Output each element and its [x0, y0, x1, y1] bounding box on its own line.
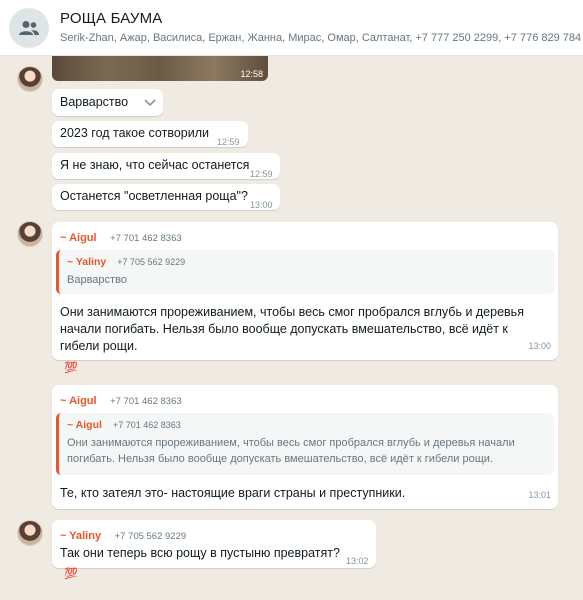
group-avatar[interactable] — [9, 7, 49, 48]
chevron-down-icon[interactable] — [144, 99, 156, 107]
sender-phone: +7 701 462 8363 — [110, 396, 182, 407]
sender-avatar[interactable] — [17, 221, 43, 247]
chat-members: Serik-Zhan, Ажар, Василиса, Ержан, Жанна… — [60, 32, 582, 44]
sender-name[interactable]: ~ Aigul — [60, 395, 97, 407]
message-time: 12:58 — [240, 69, 263, 79]
message-time: 13:01 — [528, 490, 551, 500]
message-bubble[interactable]: ~ Aigul +7 701 462 8363 ~ Yaliny +7 705 … — [52, 222, 558, 360]
quoted-phone: +7 705 562 9229 — [117, 257, 186, 267]
sender-avatar[interactable] — [17, 66, 43, 92]
message-text: Я не знаю, что сейчас останется — [60, 158, 250, 172]
message-text: Они занимаются прореживанием, чтобы весь… — [60, 305, 524, 353]
quoted-phone: +7 701 462 8363 — [112, 420, 181, 430]
reaction-badge[interactable]: 💯 — [64, 567, 78, 580]
sender-phone: +7 705 562 9229 — [114, 531, 187, 542]
sender-avatar[interactable] — [17, 520, 43, 546]
message-bubble[interactable]: Останется "осветленная роща"? 13:00 — [52, 184, 280, 210]
message-bubble[interactable]: ~ Aigul +7 701 462 8363 ~ Aigul +7 701 4… — [52, 385, 558, 509]
message-bubble[interactable]: Я не знаю, что сейчас останется 12:59 — [52, 153, 280, 179]
message-time: 13:00 — [528, 341, 551, 351]
quoted-message[interactable]: ~ Aigul +7 701 462 8363 Они занимаются п… — [56, 413, 554, 475]
quoted-message[interactable]: ~ Yaliny +7 705 562 9229 Варварство — [56, 250, 554, 294]
message-bubble[interactable]: 2023 год такое сотворили 12:59 — [52, 121, 248, 147]
chat-header[interactable]: РОЩА БАУМА Serik-Zhan, Ажар, Василиса, Е… — [0, 0, 583, 56]
quoted-sender: ~ Yaliny — [67, 256, 107, 268]
reaction-badge[interactable]: 💯 — [64, 361, 78, 374]
sender-phone: +7 701 462 8363 — [110, 233, 182, 244]
message-time: 12:59 — [217, 137, 240, 147]
message-time: 12:59 — [250, 169, 273, 179]
message-list[interactable]: 12:58 Варварство 2023 год такое сотворил… — [0, 56, 583, 600]
message-text: 2023 год такое сотворили — [60, 126, 209, 140]
message-time: 13:00 — [250, 200, 273, 210]
message-time: 13:02 — [346, 556, 369, 566]
message-text: Останется "осветленная роща"? — [60, 189, 248, 203]
quoted-sender: ~ Aigul — [67, 419, 102, 431]
quoted-text: Варварство — [67, 274, 127, 286]
message-text: Варварство — [60, 95, 129, 109]
image-message[interactable]: 12:58 — [52, 56, 268, 81]
message-bubble[interactable]: Варварство — [52, 89, 163, 116]
message-bubble[interactable]: ~ Yaliny +7 705 562 9229 Так они теперь … — [52, 520, 376, 568]
quoted-text: Они занимаются прореживанием, чтобы весь… — [67, 437, 515, 465]
sender-name[interactable]: ~ Yaliny — [60, 530, 101, 542]
chat-title[interactable]: РОЩА БАУМА — [60, 9, 581, 28]
group-icon — [19, 20, 39, 35]
message-text: Так они теперь всю рощу в пустыню превра… — [60, 546, 340, 560]
sender-name[interactable]: ~ Aigul — [60, 232, 97, 244]
message-text: Те, кто затеял это- настоящие враги стра… — [60, 486, 406, 500]
